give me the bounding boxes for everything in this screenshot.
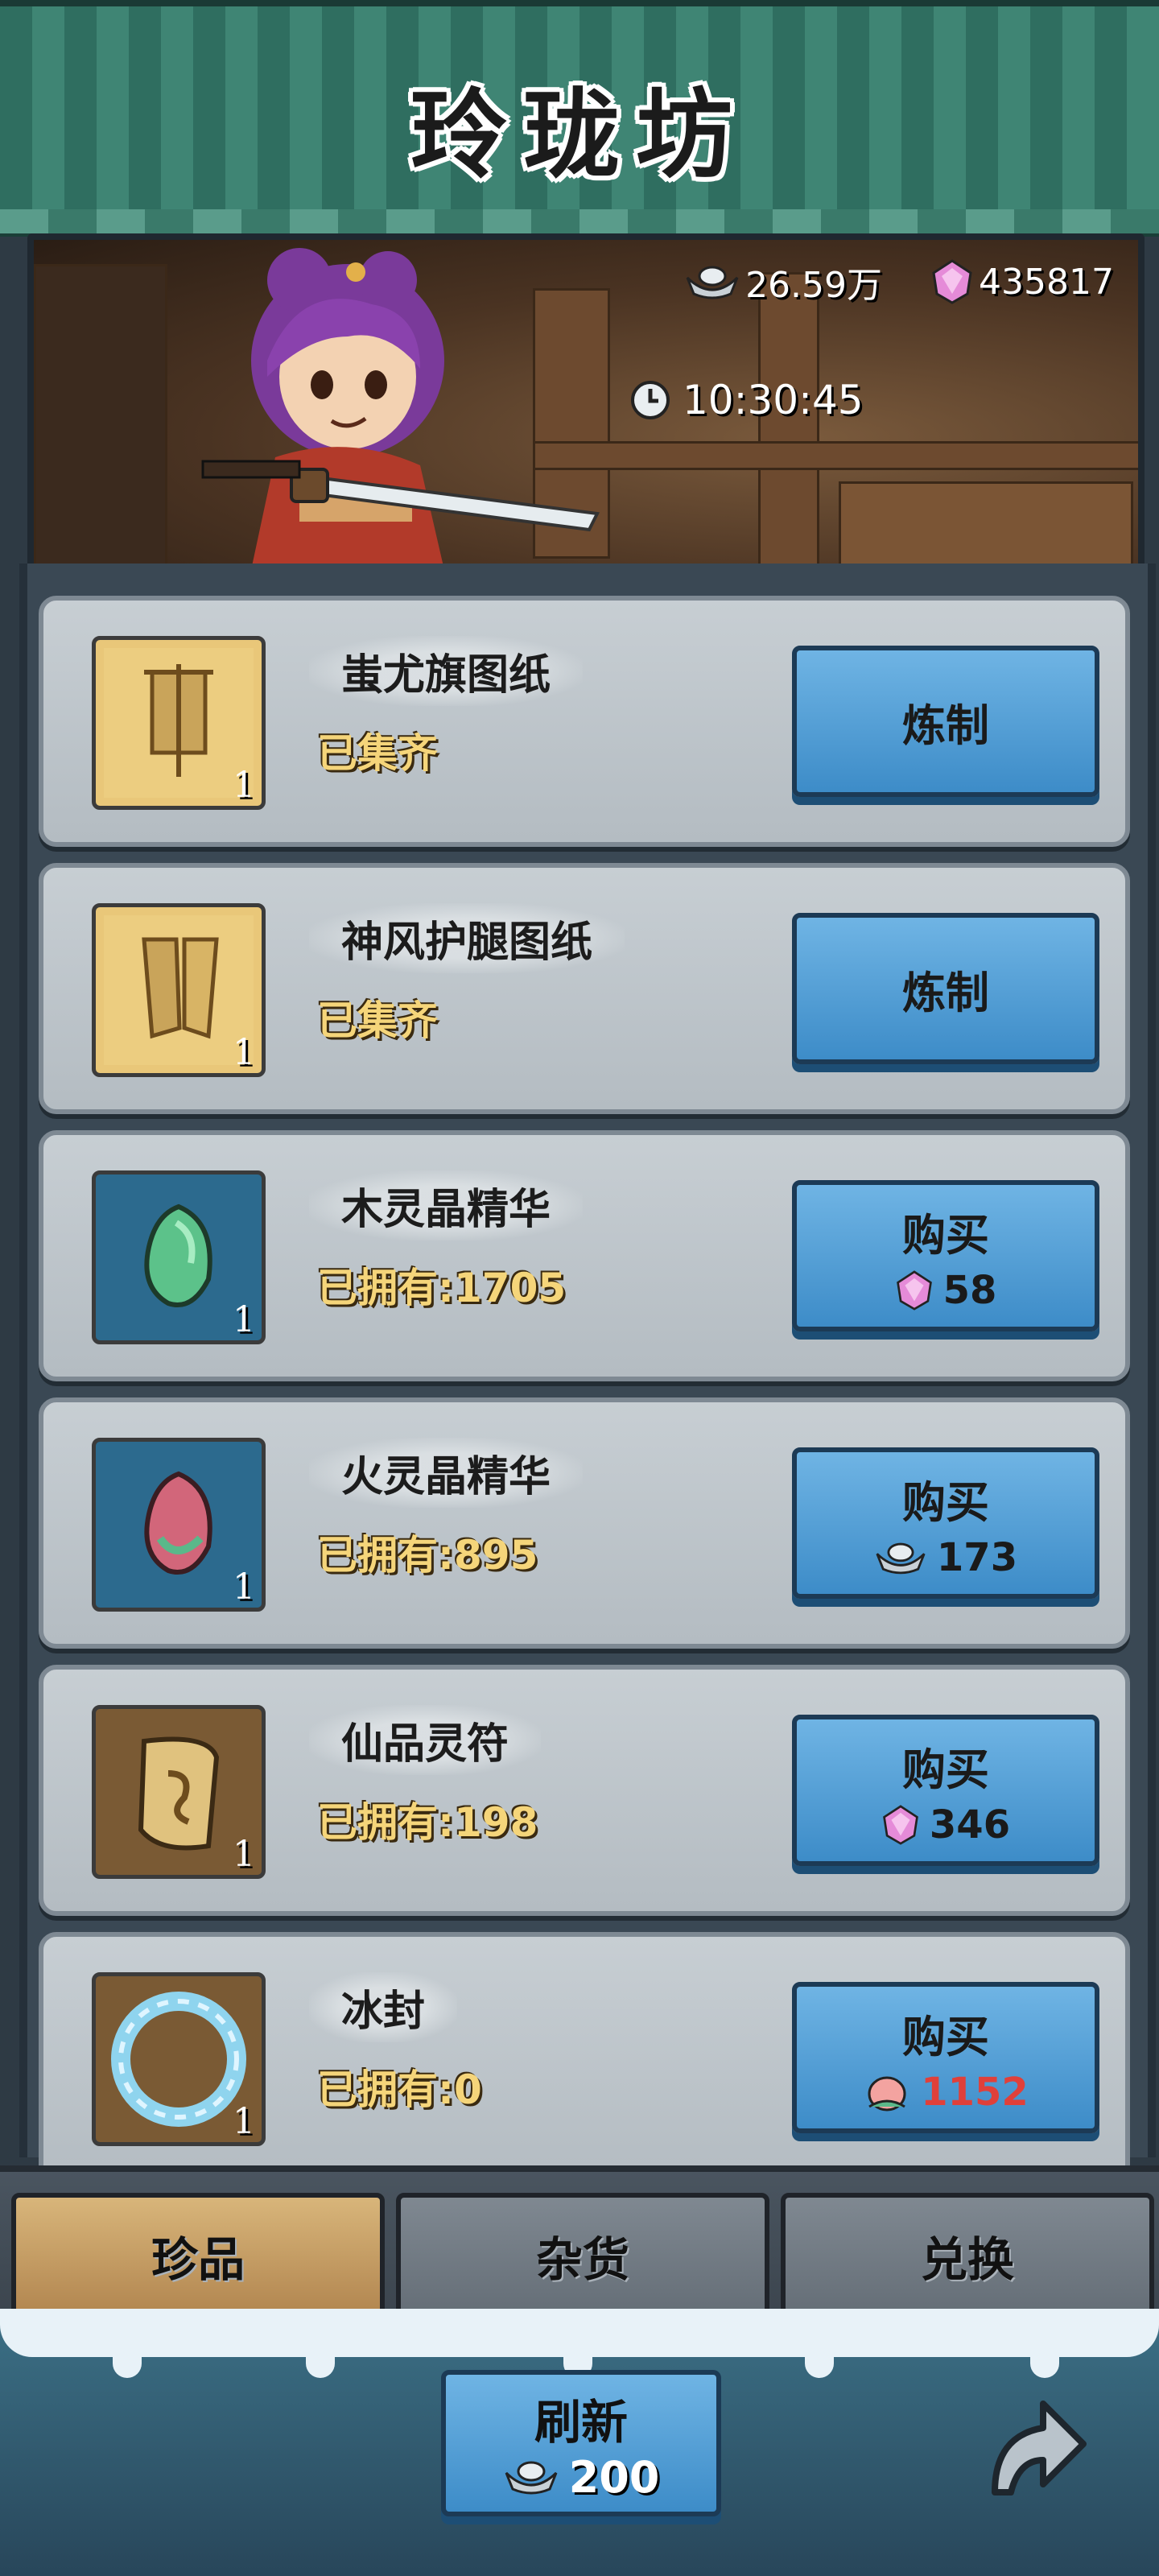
pink-gem-icon — [932, 259, 972, 304]
item-quantity: 1 — [233, 1834, 255, 1875]
shop-banner: 26.59万 435817 10:30:45 — [27, 233, 1145, 576]
pink-gem-icon — [882, 1804, 918, 1845]
button-label: 炼制 — [902, 967, 989, 1018]
shop-item-card: 1 蚩尤旗图纸 已集齐 炼制 — [39, 596, 1130, 847]
refresh-button[interactable]: 刷新 200 — [441, 2370, 721, 2516]
button-price: 1152 — [863, 2070, 1029, 2115]
button-label: 购买 — [902, 1209, 989, 1261]
price-value: 1152 — [921, 2069, 1029, 2115]
craft-button[interactable]: 炼制 — [792, 646, 1099, 797]
item-thumbnail: 1 — [92, 636, 266, 810]
button-label: 购买 — [902, 1744, 989, 1795]
price-value: 58 — [942, 1267, 997, 1313]
item-thumbnail: 1 — [92, 903, 266, 1077]
button-label: 购买 — [902, 2011, 989, 2062]
currency-bar: 26.59万 435817 — [684, 256, 1114, 308]
shop-item-card: 1 仙品灵符 已拥有:198 购买 346 — [39, 1665, 1130, 1916]
buy-button[interactable]: 购买 1152 — [792, 1982, 1099, 2133]
item-status: 已拥有:895 — [317, 1532, 538, 1579]
price-value: 346 — [929, 1802, 1011, 1847]
buy-button[interactable]: 购买 58 — [792, 1180, 1099, 1331]
peach-icon — [868, 2076, 906, 2111]
silver-ingot-icon — [505, 2461, 558, 2495]
item-name: 仙品灵符 — [309, 1705, 542, 1775]
snow-ledge — [0, 2309, 1159, 2357]
item-name: 蚩尤旗图纸 — [309, 636, 584, 706]
refresh-timer: 10:30:45 — [629, 377, 864, 423]
refresh-price-value: 200 — [568, 2451, 660, 2503]
page-title: 玲珑坊 — [410, 78, 749, 192]
item-status: 已拥有:0 — [317, 2066, 482, 2113]
item-thumbnail: 1 — [92, 1705, 266, 1879]
item-name: 火灵晶精华 — [309, 1438, 584, 1508]
item-quantity: 1 — [233, 765, 255, 806]
craft-button[interactable]: 炼制 — [792, 913, 1099, 1064]
item-name: 冰封 — [309, 1972, 458, 2042]
item-status: 已集齐 — [317, 730, 438, 777]
button-price: 58 — [895, 1267, 997, 1313]
item-status: 已集齐 — [317, 997, 438, 1044]
item-thumbnail: 1 — [92, 1972, 266, 2146]
pink-gem-icon — [896, 1269, 932, 1311]
item-quantity: 1 — [233, 1299, 255, 1340]
shopkeeper-portrait — [201, 248, 600, 570]
button-price: 173 — [874, 1535, 1017, 1580]
buy-button[interactable]: 购买 346 — [792, 1715, 1099, 1866]
silver-ingot-icon — [686, 266, 739, 299]
item-quantity: 1 — [233, 1567, 255, 1608]
shop-item-card: 1 火灵晶精华 已拥有:895 购买 173 — [39, 1397, 1130, 1649]
item-quantity: 1 — [233, 1032, 255, 1073]
item-name: 木灵晶精华 — [309, 1170, 584, 1241]
tab-exchange[interactable]: 兑换 — [781, 2193, 1154, 2318]
button-label: 购买 — [902, 1476, 989, 1528]
button-label: 炼制 — [902, 700, 989, 751]
shop-item-card: 1 冰封 已拥有:0 购买 1152 — [39, 1932, 1130, 2183]
gem-amount: 435817 — [979, 261, 1114, 303]
silver-currency: 26.59万 — [684, 256, 882, 308]
item-quantity: 1 — [233, 2101, 255, 2142]
shop-item-card: 1 木灵晶精华 已拥有:1705 购买 58 — [39, 1130, 1130, 1381]
price-value: 173 — [936, 1534, 1018, 1580]
item-status: 已拥有:198 — [317, 1799, 538, 1846]
back-arrow-icon[interactable] — [963, 2380, 1099, 2516]
item-status: 已拥有:1705 — [317, 1265, 567, 1311]
item-thumbnail: 1 — [92, 1170, 266, 1344]
gem-currency: 435817 — [930, 258, 1114, 305]
shop-item-card: 1 神风护腿图纸 已集齐 炼制 — [39, 863, 1130, 1114]
button-price: 346 — [881, 1802, 1010, 1847]
item-name: 神风护腿图纸 — [309, 903, 625, 973]
silver-amount: 26.59万 — [745, 265, 883, 306]
refresh-price: 200 — [503, 2451, 660, 2503]
tab-treasures[interactable]: 珍品 — [11, 2193, 385, 2318]
silver-ingot-icon — [876, 1542, 926, 1574]
timer-text: 10:30:45 — [683, 377, 864, 423]
tab-sundries[interactable]: 杂货 — [396, 2193, 769, 2318]
item-thumbnail: 1 — [92, 1438, 266, 1612]
buy-button[interactable]: 购买 173 — [792, 1447, 1099, 1599]
refresh-label: 刷新 — [534, 2394, 628, 2450]
clock-icon — [631, 381, 670, 419]
